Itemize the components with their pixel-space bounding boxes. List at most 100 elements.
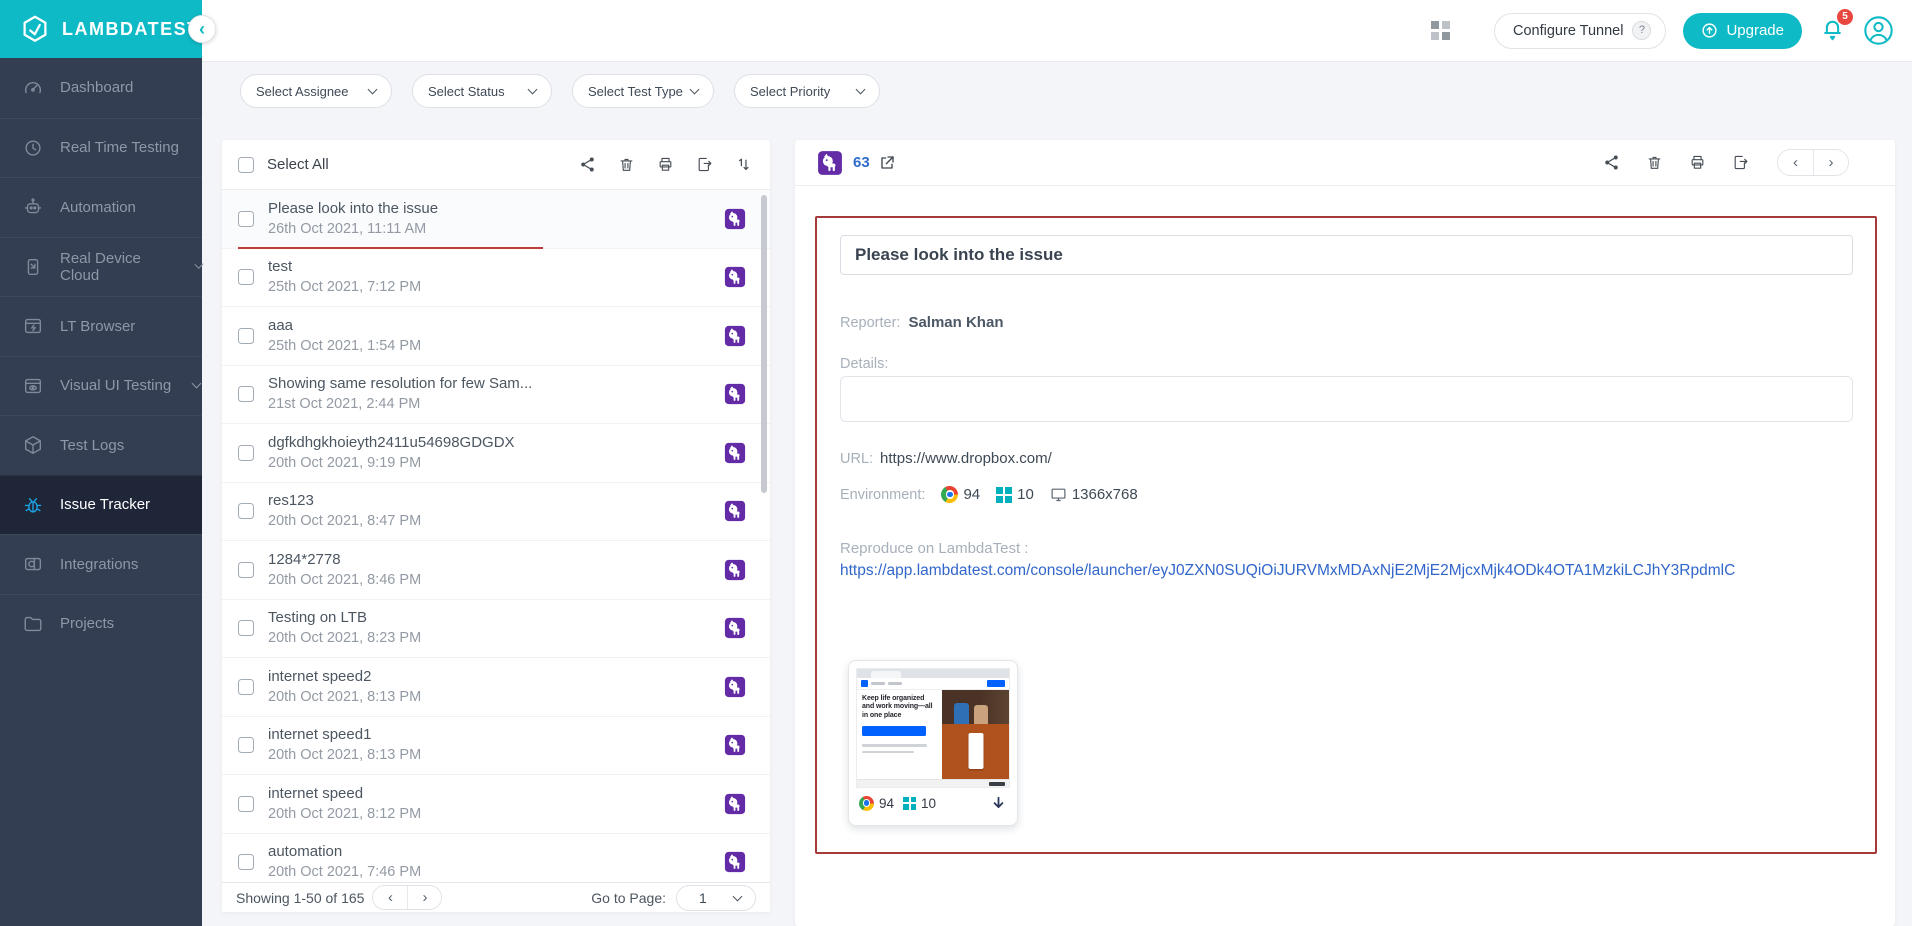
notifications-bell-icon[interactable]: 5 bbox=[1819, 15, 1846, 47]
filter-status[interactable]: Select Status bbox=[412, 74, 552, 108]
sort-icon[interactable] bbox=[735, 156, 752, 173]
share-icon[interactable] bbox=[579, 156, 596, 173]
export-icon[interactable] bbox=[1732, 154, 1749, 171]
sidebar-item-issue-tracker[interactable]: Issue Tracker bbox=[0, 475, 202, 535]
issue-text: dgfkdhgkhoieyth2411u54698GDGDX 20th Oct … bbox=[268, 434, 515, 472]
issue-checkbox[interactable] bbox=[238, 562, 254, 578]
issue-list-item[interactable]: internet speed2 20th Oct 2021, 8:13 PM bbox=[222, 658, 770, 717]
sidebar-item-automation[interactable]: Automation bbox=[0, 177, 202, 237]
print-icon[interactable] bbox=[657, 156, 674, 173]
automation-icon bbox=[22, 196, 44, 218]
filter-priority[interactable]: Select Priority bbox=[734, 74, 880, 108]
user-avatar[interactable] bbox=[1863, 15, 1894, 46]
issue-checkbox[interactable] bbox=[238, 854, 254, 870]
sidebar-item-visual-ui-testing[interactable]: Visual UI Testing bbox=[0, 356, 202, 416]
dashboard-icon bbox=[22, 77, 44, 99]
issue-list-item[interactable]: aaa 25th Oct 2021, 1:54 PM bbox=[222, 307, 770, 366]
sidebar-item-real-device-cloud[interactable]: Real Device Cloud bbox=[0, 237, 202, 297]
issue-text: internet speed1 20th Oct 2021, 8:13 PM bbox=[268, 726, 421, 764]
datadog-icon bbox=[724, 617, 746, 639]
issue-checkbox[interactable] bbox=[238, 679, 254, 695]
external-link-icon[interactable] bbox=[879, 155, 895, 171]
issue-list-item[interactable]: internet speed1 20th Oct 2021, 8:13 PM bbox=[222, 717, 770, 776]
share-icon[interactable] bbox=[1603, 154, 1620, 171]
select-all-checkbox[interactable] bbox=[238, 157, 254, 173]
export-icon[interactable] bbox=[696, 156, 713, 173]
issue-date: 25th Oct 2021, 7:12 PM bbox=[268, 279, 421, 296]
sidebar-item-lt-browser[interactable]: LT Browser bbox=[0, 296, 202, 356]
download-icon[interactable] bbox=[990, 795, 1007, 812]
issue-title: aaa bbox=[268, 317, 421, 335]
list-scrollbar[interactable] bbox=[761, 195, 767, 493]
dropbox-logo-icon bbox=[861, 680, 868, 687]
issue-list-item[interactable]: 1284*2778 20th Oct 2021, 8:46 PM bbox=[222, 541, 770, 600]
issue-list-item[interactable]: Please look into the issue 26th Oct 2021… bbox=[222, 190, 770, 249]
issue-checkbox[interactable] bbox=[238, 445, 254, 461]
mini-browser-tabbar bbox=[857, 669, 1009, 678]
upgrade-button[interactable]: Upgrade bbox=[1683, 13, 1802, 49]
issue-checkbox[interactable] bbox=[238, 737, 254, 753]
issue-text: test 25th Oct 2021, 7:12 PM bbox=[268, 258, 421, 296]
datadog-icon[interactable] bbox=[817, 150, 843, 176]
datadog-icon bbox=[724, 266, 746, 288]
chevron-down-icon bbox=[194, 260, 204, 270]
issue-title: internet speed1 bbox=[268, 726, 421, 744]
prev-issue-button[interactable]: ‹ bbox=[1778, 150, 1813, 175]
issue-detail-header: 63 ‹ › bbox=[795, 140, 1895, 186]
issue-checkbox[interactable] bbox=[238, 269, 254, 285]
sidebar-item-dashboard[interactable]: Dashboard bbox=[0, 58, 202, 118]
issue-checkbox[interactable] bbox=[238, 503, 254, 519]
sidebar-item-label: Projects bbox=[60, 615, 114, 632]
help-icon[interactable]: ? bbox=[1632, 21, 1651, 40]
topbar: Configure Tunnel ? Upgrade 5 bbox=[202, 0, 1912, 62]
sidebar-item-integrations[interactable]: Integrations bbox=[0, 534, 202, 594]
delete-icon[interactable] bbox=[1646, 154, 1663, 171]
apps-grid-icon[interactable] bbox=[1430, 20, 1451, 41]
issue-checkbox[interactable] bbox=[238, 211, 254, 227]
reporter-label: Reporter: bbox=[840, 315, 900, 331]
delete-icon[interactable] bbox=[618, 156, 635, 173]
chrome-icon bbox=[859, 796, 874, 811]
sidebar-item-test-logs[interactable]: Test Logs bbox=[0, 415, 202, 475]
issue-list-item[interactable]: automation 20th Oct 2021, 7:46 PM bbox=[222, 834, 770, 884]
screenshot-thumbnail[interactable]: Keep life organized and work moving—all … bbox=[848, 660, 1018, 826]
brand-logo[interactable]: LAMBDATEST bbox=[0, 0, 202, 58]
windows-icon bbox=[903, 797, 916, 810]
issue-date: 26th Oct 2021, 11:11 AM bbox=[268, 221, 438, 238]
issue-list-item[interactable]: res123 20th Oct 2021, 8:47 PM bbox=[222, 483, 770, 542]
issue-checkbox[interactable] bbox=[238, 796, 254, 812]
filter-test-type-label: Select Test Type bbox=[588, 84, 683, 99]
datadog-icon bbox=[724, 500, 746, 522]
issue-list-item[interactable]: internet speed 20th Oct 2021, 8:12 PM bbox=[222, 775, 770, 834]
filter-assignee[interactable]: Select Assignee bbox=[240, 74, 392, 108]
filter-test-type[interactable]: Select Test Type bbox=[572, 74, 714, 108]
datadog-icon bbox=[724, 851, 746, 873]
issue-list-item[interactable]: dgfkdhgkhoieyth2411u54698GDGDX 20th Oct … bbox=[222, 424, 770, 483]
datadog-icon bbox=[724, 734, 746, 756]
prev-page-button[interactable]: ‹ bbox=[373, 886, 407, 909]
details-row: Details: bbox=[840, 356, 888, 372]
lt-browser-icon bbox=[22, 315, 44, 337]
sidebar-item-projects[interactable]: Projects bbox=[0, 594, 202, 654]
real-time-testing-icon bbox=[22, 137, 44, 159]
issue-checkbox[interactable] bbox=[238, 328, 254, 344]
next-issue-button[interactable]: › bbox=[1813, 150, 1848, 175]
issue-list-item[interactable]: Testing on LTB 20th Oct 2021, 8:23 PM bbox=[222, 600, 770, 659]
issue-title: Please look into the issue bbox=[268, 200, 438, 218]
reproduce-row: Reproduce on LambdaTest : bbox=[840, 540, 1028, 557]
sidebar-collapse-button[interactable]: ‹ bbox=[188, 15, 216, 43]
print-icon[interactable] bbox=[1689, 154, 1706, 171]
issue-checkbox[interactable] bbox=[238, 620, 254, 636]
issue-list-item[interactable]: Showing same resolution for few Sam... 2… bbox=[222, 366, 770, 425]
reproduce-link[interactable]: https://app.lambdatest.com/console/launc… bbox=[840, 562, 1856, 580]
resolution-value: 1366x768 bbox=[1072, 486, 1138, 503]
sidebar-item-real-time-testing[interactable]: Real Time Testing bbox=[0, 118, 202, 178]
next-page-button[interactable]: › bbox=[407, 886, 441, 909]
details-input[interactable] bbox=[840, 376, 1853, 422]
issue-title-input[interactable] bbox=[840, 235, 1853, 275]
configure-tunnel-button[interactable]: Configure Tunnel ? bbox=[1494, 13, 1666, 49]
page-select[interactable]: 1 bbox=[676, 885, 756, 911]
issue-checkbox[interactable] bbox=[238, 386, 254, 402]
issue-list-item[interactable]: test 25th Oct 2021, 7:12 PM bbox=[222, 249, 770, 308]
chevron-down-icon bbox=[856, 85, 866, 95]
